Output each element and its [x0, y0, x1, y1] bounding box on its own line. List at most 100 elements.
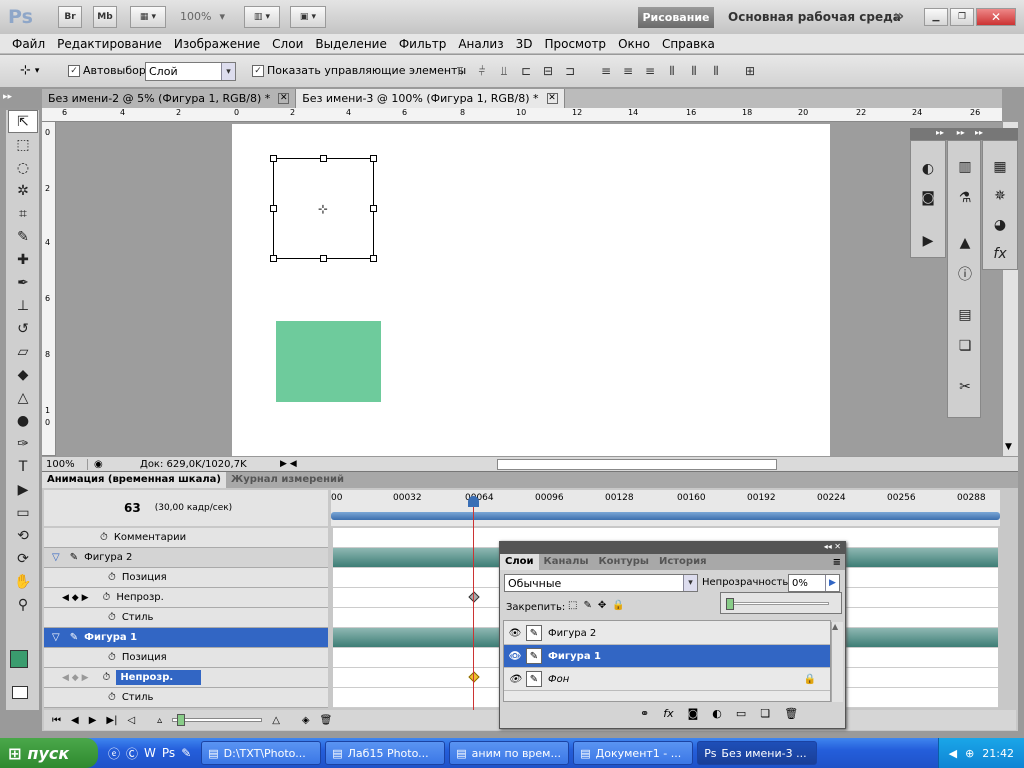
adjustment-layer-icon[interactable]: ◐	[712, 707, 722, 720]
collapse-icon[interactable]: ◂◂	[824, 542, 832, 551]
tab-animation-timeline[interactable]: Анимация (временная шкала)	[42, 472, 226, 488]
transform-handle[interactable]	[320, 155, 327, 162]
auto-align-icon[interactable]: ⊞	[742, 63, 758, 79]
row-opacity-1[interactable]: ◀ ◆ ▶ ⏱ Непрозр.	[44, 668, 328, 688]
swatches-icon[interactable]: ▦	[985, 155, 1015, 178]
layers-panel-header[interactable]: ◂◂ ✕	[500, 542, 845, 554]
opacity-input[interactable]: 0% ▶	[788, 574, 840, 592]
quick-select-tool-icon[interactable]: ✲	[8, 179, 38, 202]
layer-row-background[interactable]: 👁 ✎ Фон 🔒	[504, 668, 830, 691]
row-layer-figure-2[interactable]: ▽ ✎ Фигура 2	[44, 548, 328, 568]
onion-skin-icon[interactable]: ◈	[302, 715, 310, 726]
bridge-button[interactable]: Br	[58, 6, 82, 28]
lock-pixels-icon[interactable]: ✎	[583, 600, 591, 611]
transform-handle[interactable]	[270, 155, 277, 162]
healing-brush-icon[interactable]: ✚	[8, 248, 38, 271]
play-icon[interactable]: ▶	[89, 715, 97, 726]
next-frame-icon[interactable]: ▶|	[106, 715, 117, 726]
screen-mode-button[interactable]: ▣ ▾	[290, 6, 326, 28]
distribute-right-icon[interactable]: ⦀	[708, 63, 724, 79]
tab-history[interactable]: История	[654, 554, 712, 570]
layer-row-figure-2[interactable]: 👁 ✎ Фигура 2	[504, 622, 830, 645]
tab-channels[interactable]: Каналы	[539, 554, 594, 570]
eraser-tool-icon[interactable]: ▱	[8, 340, 38, 363]
visibility-eye-icon[interactable]: 👁	[504, 651, 526, 662]
network-icon[interactable]: ⊕	[965, 747, 974, 760]
document-canvas[interactable]: ⊹	[232, 124, 830, 456]
3d-orbit-icon[interactable]: ⟳	[8, 547, 38, 570]
link-layers-icon[interactable]: ⚭	[640, 707, 649, 720]
keyframe-nav-icon[interactable]: ◀ ◆ ▶	[62, 593, 89, 603]
keyframe-marker-selected[interactable]	[468, 671, 480, 683]
row-style-1[interactable]: ⏱ Стиль	[44, 688, 328, 708]
first-frame-icon[interactable]: ⏮	[52, 715, 61, 726]
tab-document-2[interactable]: Без имени-2 @ 5% (Фигура 1, RGB/8) * ✕	[42, 89, 297, 108]
transform-handle[interactable]	[370, 205, 377, 212]
menu-view[interactable]: Просмотр	[538, 34, 612, 54]
playhead-line[interactable]	[473, 496, 474, 710]
work-area-bar[interactable]	[331, 512, 1000, 520]
layers-scrollbar[interactable]: ▲	[831, 622, 843, 702]
show-transform-controls-checkbox[interactable]: ✓	[252, 64, 264, 77]
green-rectangle-shape[interactable]	[276, 321, 381, 402]
menu-file[interactable]: Файл	[6, 34, 51, 54]
align-vcenter-icon[interactable]: ⫩	[474, 63, 490, 79]
dodge-tool-icon[interactable]: ●	[8, 409, 38, 432]
fx-icon[interactable]: fx	[663, 707, 673, 720]
align-bottom-icon[interactable]: ⫫	[496, 63, 512, 79]
notes-icon[interactable]: ▤	[950, 303, 980, 326]
dock-header[interactable]: ▸▸ ▸▸ ▸▸	[910, 128, 1018, 140]
paint-bucket-icon[interactable]: ◆	[8, 363, 38, 386]
distribute-left-icon[interactable]: ⦀	[664, 63, 680, 79]
distribute-bottom-icon[interactable]: ≡	[642, 63, 658, 79]
transform-handle[interactable]	[270, 205, 277, 212]
layer-row-figure-1[interactable]: 👁 ✎ Фигура 1	[504, 645, 830, 668]
history-brush-icon[interactable]: ↺	[8, 317, 38, 340]
lock-position-icon[interactable]: ✥	[598, 600, 606, 611]
row-position-1[interactable]: ⏱ Позиция	[44, 648, 328, 668]
zoom-in-icon[interactable]: △	[272, 715, 280, 726]
status-menu-arrow-icon[interactable]: ▶ ◀	[280, 459, 297, 469]
lock-transparent-icon[interactable]: ⬚	[568, 600, 577, 611]
mini-bridge-button[interactable]: Mb	[93, 6, 117, 28]
slider-thumb[interactable]	[177, 714, 186, 726]
row-opacity-2[interactable]: ◀ ◆ ▶ ⏱ Непрозр.	[44, 588, 328, 608]
row-position-2[interactable]: ⏱ Позиция	[44, 568, 328, 588]
marquee-tool-icon[interactable]: ⬚	[8, 133, 38, 156]
time-ruler[interactable]: 00 00032 00064 00096 00128 00160 00192 0…	[331, 490, 1000, 526]
zoom-tool-icon[interactable]: ⚲	[8, 593, 38, 616]
tab-layers[interactable]: Слои	[500, 554, 539, 570]
status-zoom[interactable]: 100%	[42, 458, 88, 470]
hand-tool-icon[interactable]: ✋	[8, 570, 38, 593]
keyframe-nav-icon[interactable]: ◀ ◆ ▶	[62, 673, 89, 683]
move-tool-icon[interactable]: ⇱	[8, 110, 38, 133]
transform-handle[interactable]	[270, 255, 277, 262]
row-comments[interactable]: ⏱ Комментарии	[44, 528, 328, 548]
rectangle-tool-icon[interactable]: ▭	[8, 501, 38, 524]
info-icon[interactable]: ⓘ	[950, 262, 980, 285]
align-top-icon[interactable]: ⫪	[452, 63, 468, 79]
playhead-handle[interactable]	[468, 496, 479, 507]
clone-source-icon[interactable]: ❏	[950, 334, 980, 357]
status-info-icon[interactable]: ◉	[88, 459, 140, 470]
align-left-icon[interactable]: ⊏	[518, 63, 534, 79]
brush-tool-icon[interactable]: ✒	[8, 271, 38, 294]
animation-panel-icon[interactable]: ▶	[913, 229, 943, 252]
transform-handle[interactable]	[370, 255, 377, 262]
menu-analysis[interactable]: Анализ	[452, 34, 509, 54]
auto-select-dropdown[interactable]: Слой ▾	[145, 62, 236, 81]
row-style-2[interactable]: ⏱ Стиль	[44, 608, 328, 628]
workspace-main-button[interactable]: Основная рабочая среда	[728, 10, 901, 24]
styles-icon[interactable]: ◕	[985, 213, 1015, 236]
tab-document-3[interactable]: Без имени-3 @ 100% (Фигура 1, RGB/8) * ✕	[296, 89, 565, 108]
zoom-select[interactable]: 100% ▾	[180, 10, 225, 23]
adjustments-icon[interactable]: ✵	[985, 184, 1015, 207]
keyframe-marker[interactable]	[468, 591, 480, 603]
distribute-hcenter-icon[interactable]: ⦀	[686, 63, 702, 79]
foreground-color-swatch[interactable]	[10, 650, 28, 668]
current-frame[interactable]: 63	[124, 501, 141, 515]
mini-bridge-panel-icon[interactable]: ▥	[950, 155, 980, 178]
stopwatch-icon[interactable]: ⏱	[103, 672, 111, 683]
lock-all-icon[interactable]: 🔒	[612, 600, 624, 611]
task-photoshop[interactable]: Ps Без имени-3 ...	[697, 741, 818, 765]
